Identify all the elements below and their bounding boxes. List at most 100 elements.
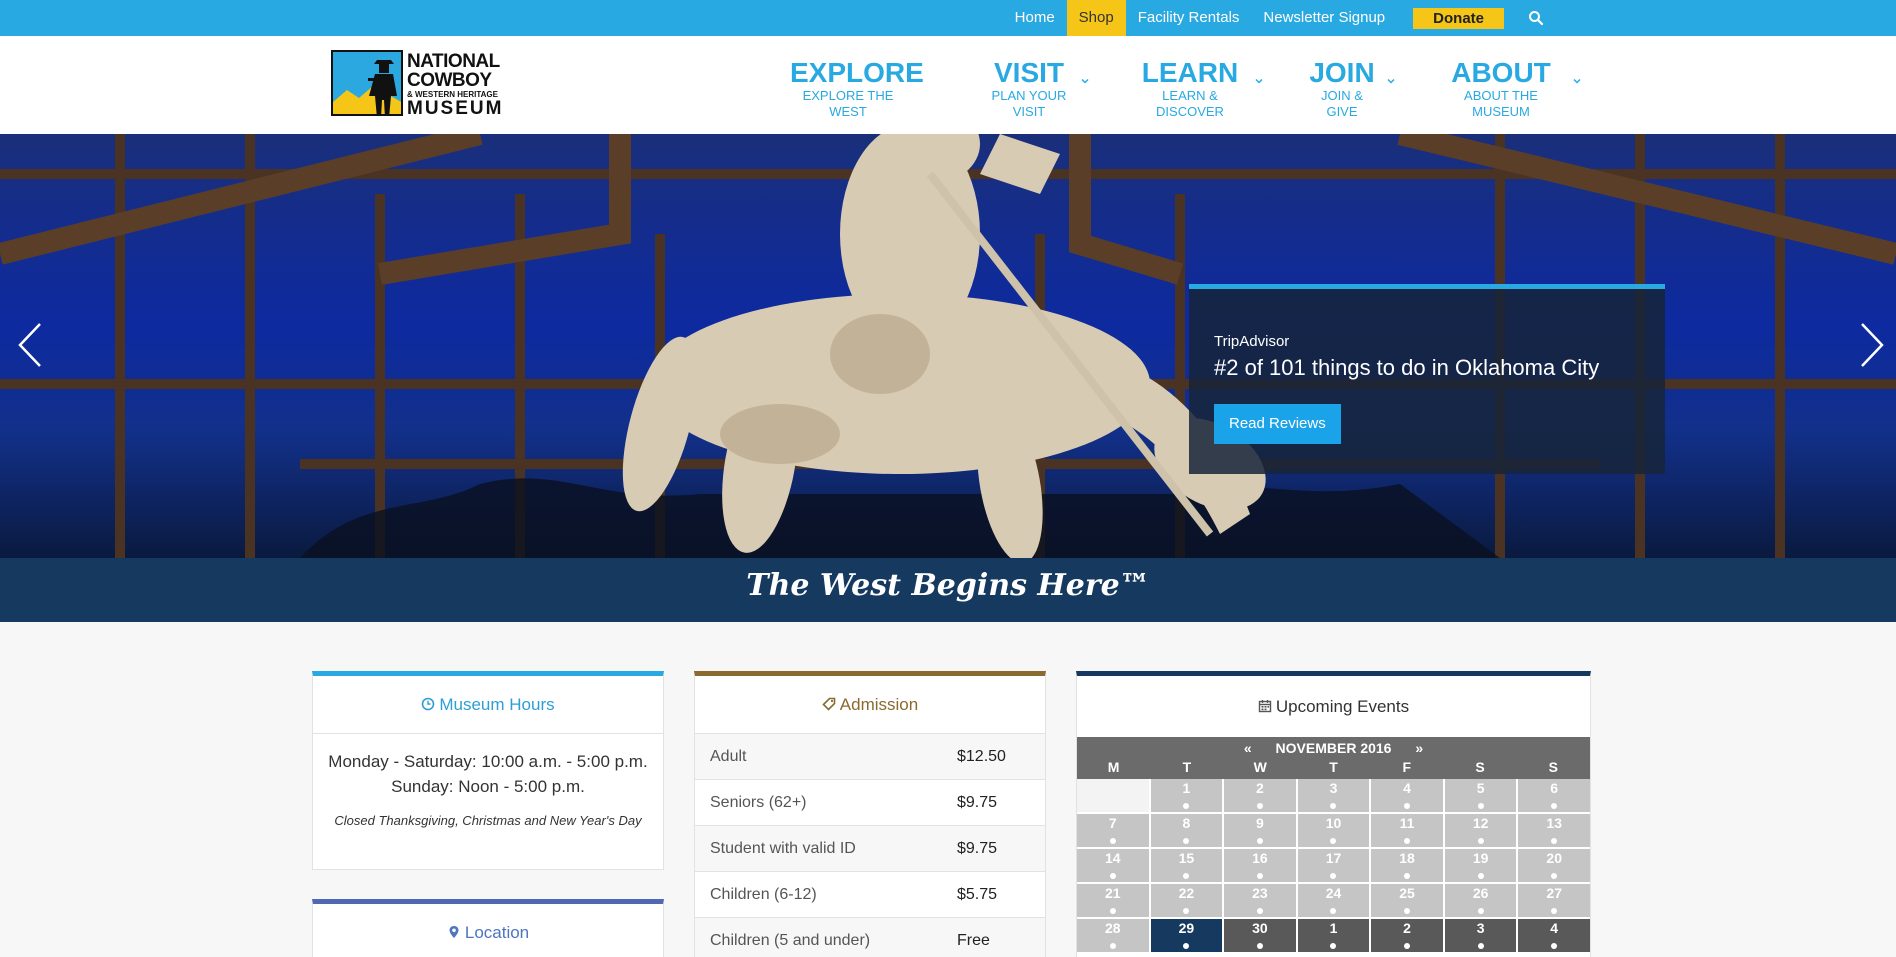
calendar-day-number: 25 xyxy=(1399,885,1415,901)
admission-label: Children (6-12) xyxy=(710,885,817,903)
calendar-day[interactable]: 7 xyxy=(1077,814,1149,847)
event-dot-icon xyxy=(1477,803,1484,809)
calendar-day[interactable]: 30 xyxy=(1224,919,1296,952)
calendar-day[interactable]: 23 xyxy=(1224,884,1296,917)
chevron-down-icon xyxy=(1573,78,1581,84)
weekday-label: F xyxy=(1402,759,1412,775)
carousel-prev-arrow-icon[interactable] xyxy=(16,320,46,370)
calendar-day[interactable]: 20 xyxy=(1518,849,1590,882)
site-header: NATIONAL COWBOY & WESTERN HERITAGE MUSEU… xyxy=(0,36,1896,134)
event-dot-icon xyxy=(1183,803,1190,809)
calendar-day[interactable]: 3 xyxy=(1444,919,1517,952)
museum-hours-heading: Museum Hours xyxy=(313,676,663,734)
hero-caption-panel: TripAdvisor #2 of 101 things to do in Ok… xyxy=(1189,284,1665,474)
admission-label: Children (5 and under) xyxy=(710,931,871,949)
calendar-day[interactable]: 25 xyxy=(1371,884,1443,917)
calendar-day-number: 16 xyxy=(1252,850,1268,866)
calendar-day[interactable]: 16 xyxy=(1224,849,1296,882)
calendar-day[interactable]: 4 xyxy=(1518,919,1590,952)
calendar-day[interactable]: 28 xyxy=(1077,919,1149,952)
calendar-day[interactable]: 4 xyxy=(1371,779,1443,812)
nav-about[interactable]: ABOUT ABOUT THE MUSEUM xyxy=(1438,58,1581,120)
calendar-day[interactable]: 10 xyxy=(1297,814,1370,847)
calendar-day[interactable]: 6 xyxy=(1518,779,1590,812)
event-dot-icon xyxy=(1404,838,1411,844)
calendar-empty-cell xyxy=(1077,779,1149,812)
newsletter-signup-link[interactable]: Newsletter Signup xyxy=(1251,0,1397,36)
caption-source: TripAdvisor xyxy=(1214,333,1290,350)
home-link[interactable]: Home xyxy=(1003,0,1067,36)
calendar-day[interactable]: 1 xyxy=(1297,919,1370,952)
calendar-grid: 1 2 3 4 5 6 7 8 9 10 11 12 13 14 15 16 17 18 19 20 21 22 23 24 2… xyxy=(1077,779,1590,952)
chevron-down-icon xyxy=(1255,78,1263,84)
hours-closed-note: Closed Thanksgiving, Christmas and New Y… xyxy=(334,813,642,828)
calendar-day[interactable]: 14 xyxy=(1077,849,1149,882)
weekday-label: M xyxy=(1107,759,1120,775)
calendar-day[interactable]: 19 xyxy=(1444,849,1517,882)
upcoming-events-heading: Upcoming Events xyxy=(1077,676,1590,738)
shop-link[interactable]: Shop xyxy=(1066,0,1126,36)
event-dot-icon xyxy=(1404,803,1411,809)
calendar-day[interactable]: 1 xyxy=(1150,779,1223,812)
calendar-day[interactable]: 13 xyxy=(1518,814,1590,847)
calendar-day-number: 11 xyxy=(1399,815,1415,831)
event-dot-icon xyxy=(1551,943,1558,949)
caption-headline: #2 of 101 things to do in Oklahoma City xyxy=(1214,355,1600,380)
nav-join[interactable]: JOIN JOIN & GIVE xyxy=(1306,58,1395,120)
calendar-day[interactable]: 2 xyxy=(1371,919,1443,952)
calendar-day[interactable]: 12 xyxy=(1444,814,1517,847)
calendar-day-number: 9 xyxy=(1256,815,1264,831)
calendar-day[interactable]: 11 xyxy=(1371,814,1443,847)
tagline: The West Begins Here™ xyxy=(746,568,1150,603)
search-icon[interactable] xyxy=(1528,10,1544,26)
read-reviews-button[interactable]: Read Reviews xyxy=(1214,404,1341,444)
calendar-day-number: 7 xyxy=(1108,815,1117,831)
calendar-day-number: 5 xyxy=(1476,780,1485,796)
admission-row: Children (5 and under) Free xyxy=(695,918,1045,957)
donate-button[interactable]: Donate xyxy=(1413,7,1504,29)
nav-explore-title: EXPLORE xyxy=(790,57,924,88)
calendar-day[interactable]: 29 xyxy=(1150,919,1223,952)
nav-learn[interactable]: LEARN LEARN & DISCOVER xyxy=(1134,58,1263,120)
calendar-day[interactable]: 8 xyxy=(1150,814,1223,847)
facility-rentals-link[interactable]: Facility Rentals xyxy=(1126,0,1252,36)
calendar-day[interactable]: 15 xyxy=(1150,849,1223,882)
calendar-day[interactable]: 2 xyxy=(1224,779,1296,812)
nav-visit-title: VISIT xyxy=(993,57,1064,88)
nav-learn-subtitle: LEARN & DISCOVER xyxy=(1156,88,1224,119)
tagline-band: The West Begins Here™ xyxy=(0,558,1896,622)
event-dot-icon xyxy=(1551,908,1558,914)
calendar-day[interactable]: 18 xyxy=(1371,849,1443,882)
hero-carousel: TripAdvisor #2 of 101 things to do in Ok… xyxy=(0,134,1896,558)
nav-visit[interactable]: VISIT PLAN YOUR VISIT xyxy=(974,57,1089,120)
calendar-day-number: 13 xyxy=(1546,815,1562,831)
nav-explore-subtitle: EXPLORE THE WEST xyxy=(802,88,894,119)
calendar-day[interactable]: 26 xyxy=(1444,884,1517,917)
nav-visit-subtitle: PLAN YOUR VISIT xyxy=(991,88,1067,119)
calendar-day[interactable]: 21 xyxy=(1077,884,1149,917)
event-dot-icon xyxy=(1256,873,1263,879)
calendar-day[interactable]: 27 xyxy=(1518,884,1590,917)
calendar-day[interactable]: 5 xyxy=(1444,779,1517,812)
calendar-day[interactable]: 24 xyxy=(1297,884,1370,917)
admission-price: $9.75 xyxy=(957,793,998,811)
event-dot-icon xyxy=(1330,908,1337,914)
event-dot-icon xyxy=(1330,943,1337,949)
calendar-day-number: 14 xyxy=(1104,850,1121,866)
weekday-label: S xyxy=(1475,759,1485,775)
event-dot-icon xyxy=(1183,908,1190,914)
calendar-day[interactable]: 22 xyxy=(1150,884,1223,917)
museum-hours-card: Museum Hours Monday - Saturday: 10:00 a.… xyxy=(312,671,664,870)
calendar-day[interactable]: 9 xyxy=(1224,814,1296,847)
tag-icon xyxy=(822,697,836,711)
calendar-next-month[interactable]: » xyxy=(1415,740,1423,756)
nav-explore[interactable]: EXPLORE EXPLORE THE WEST xyxy=(790,57,924,120)
event-dot-icon xyxy=(1256,803,1263,809)
calendar-day[interactable]: 17 xyxy=(1297,849,1370,882)
carousel-next-arrow-icon[interactable] xyxy=(1856,320,1886,370)
event-dot-icon xyxy=(1256,908,1263,914)
calendar-prev-month[interactable]: « xyxy=(1244,740,1252,756)
weekday-label: T xyxy=(1329,759,1338,775)
calendar-day[interactable]: 3 xyxy=(1297,779,1370,812)
weekday-label: T xyxy=(1182,759,1192,775)
